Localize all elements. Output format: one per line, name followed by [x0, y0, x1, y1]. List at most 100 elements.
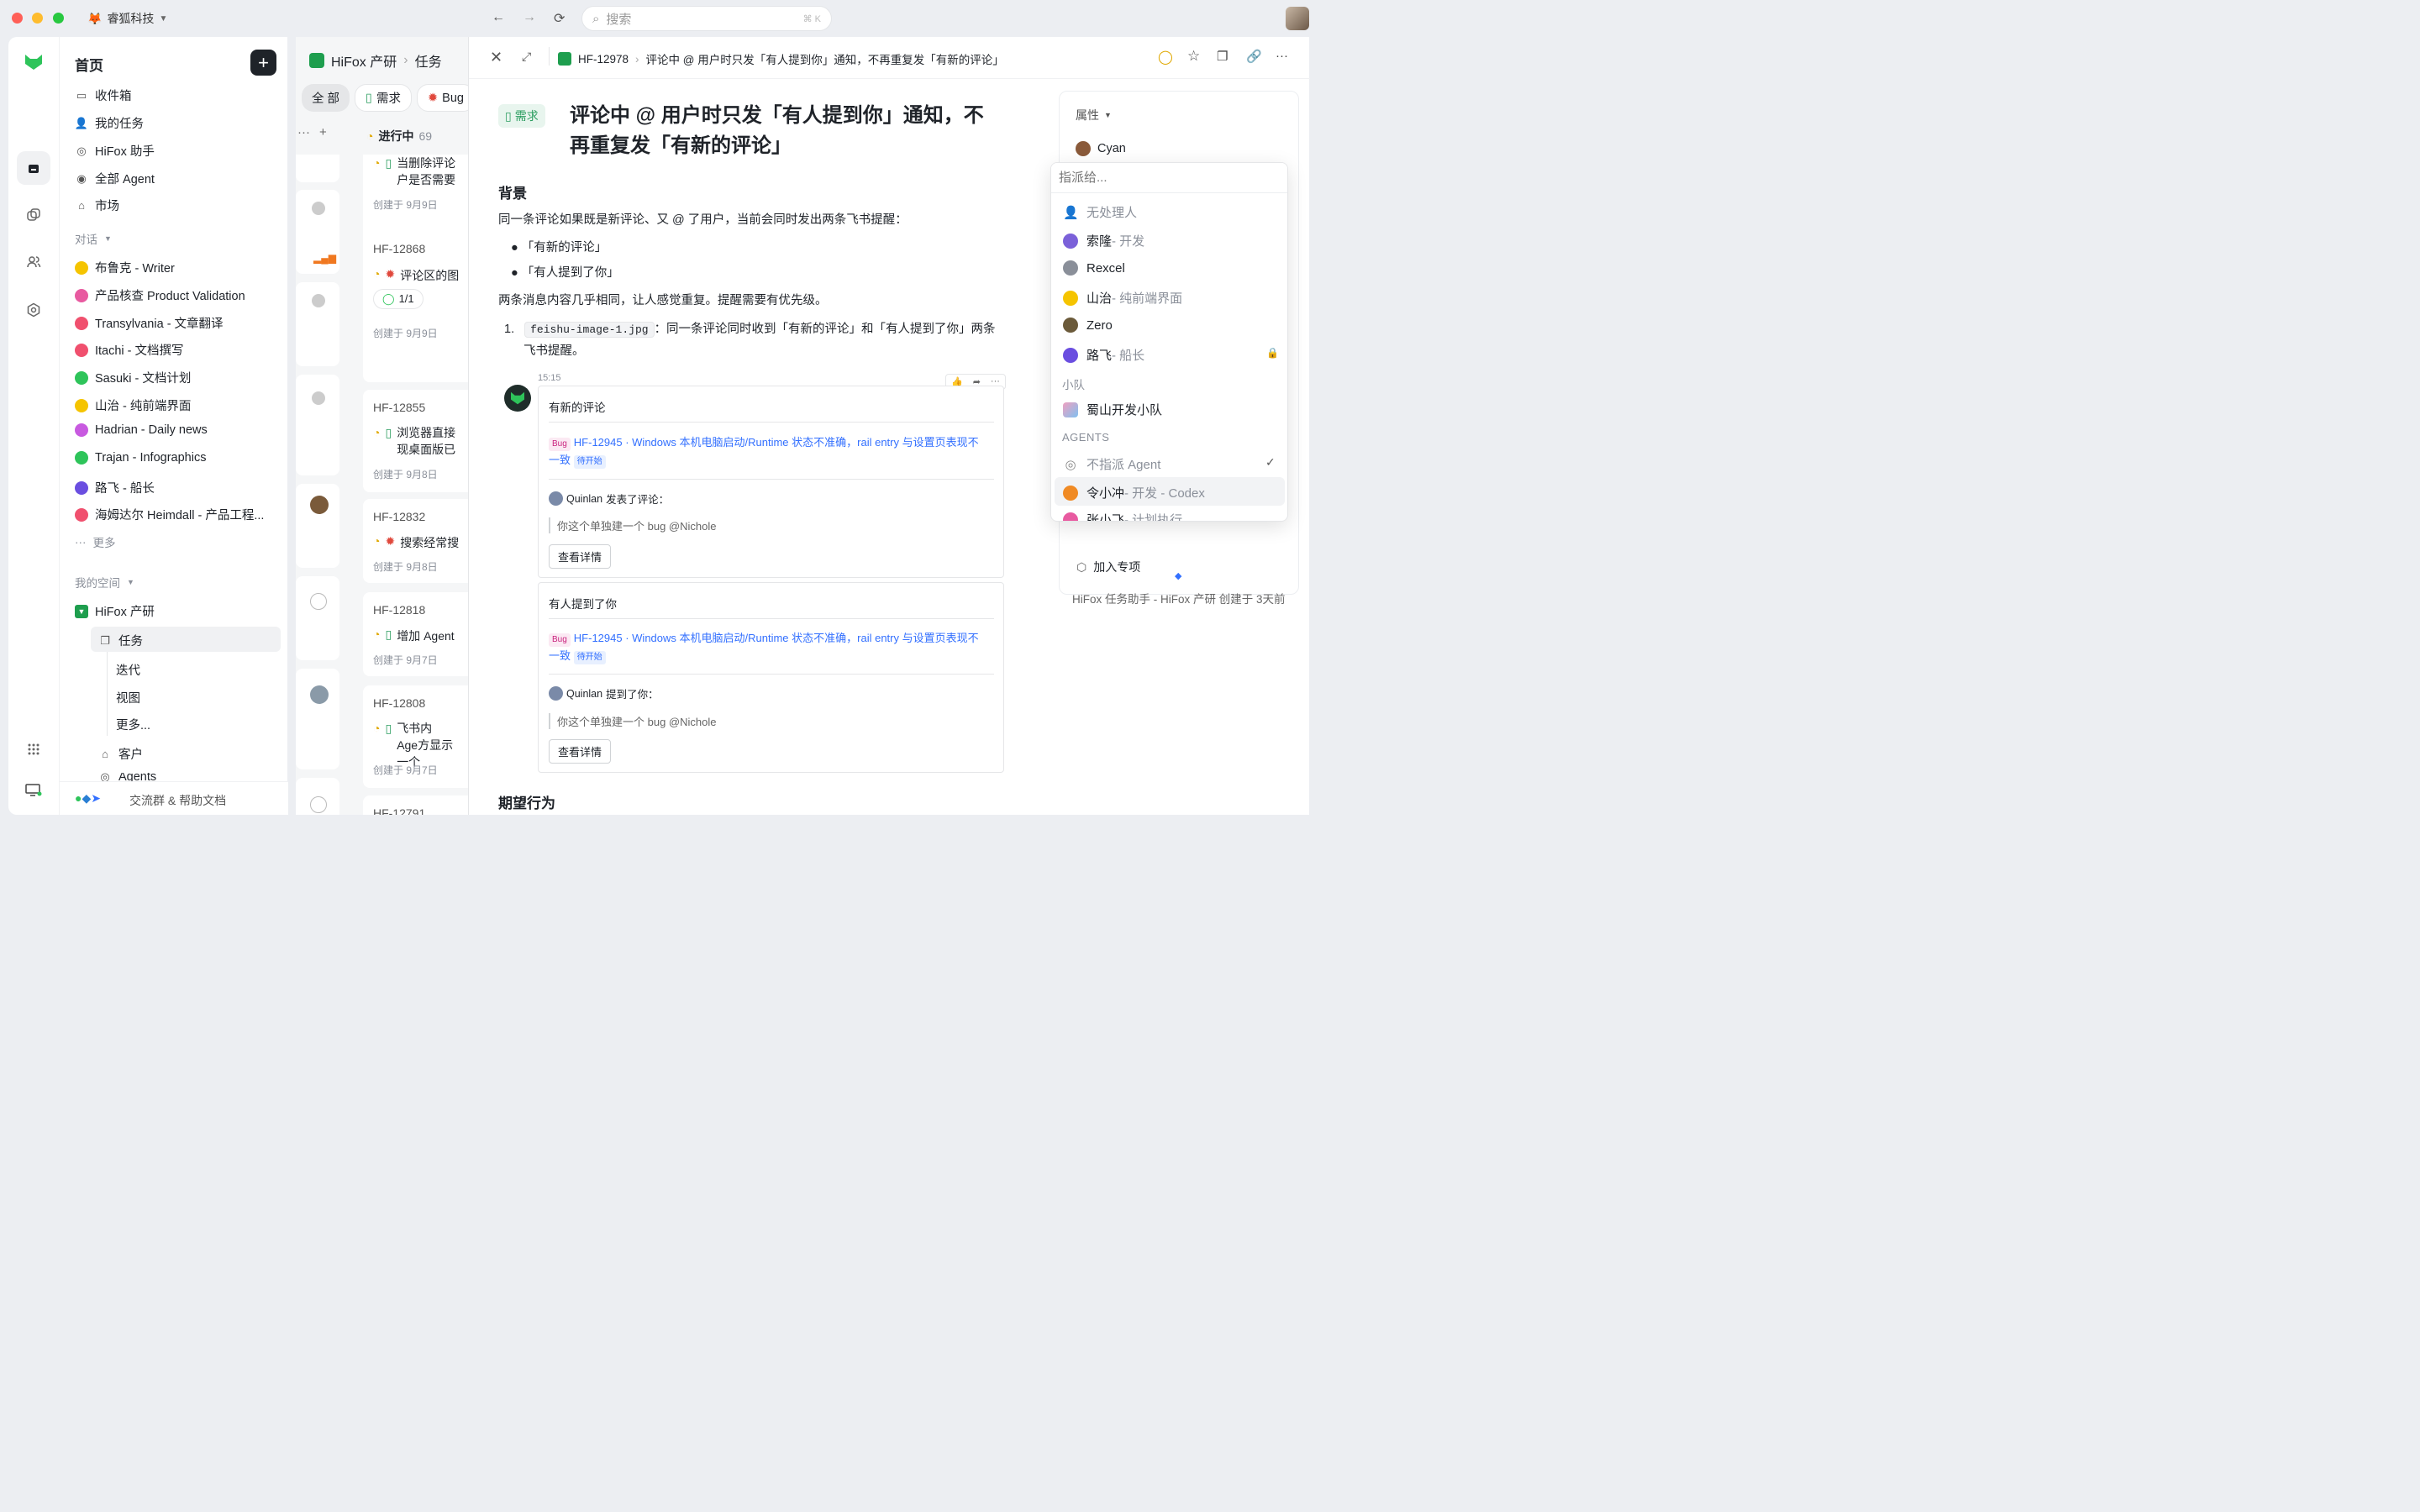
- task-title[interactable]: 评论中 @ 用户时只发「有人提到你」通知，不 再重复发「有新的评论」: [570, 101, 984, 161]
- tab-requirement[interactable]: ▯ 需求: [355, 84, 413, 112]
- agent-avatar: [75, 343, 88, 357]
- properties-header[interactable]: 属性 ▼: [1076, 107, 1112, 123]
- task-card[interactable]: HF-12808 ◔ ▯ 飞书内 Age方显示一个 创建于 9月7日: [363, 685, 481, 788]
- space-item-views[interactable]: 视图: [116, 689, 140, 706]
- assignee-field[interactable]: Cyan: [1076, 141, 1126, 156]
- option-person[interactable]: 山治 - 纯前端界面: [1063, 289, 1182, 307]
- apps-grid-icon[interactable]: [17, 732, 50, 766]
- group-header[interactable]: ◔ 进行中 69: [366, 128, 432, 144]
- option-agent[interactable]: 令小冲 - 开发 - Codex: [1063, 484, 1205, 501]
- bullet-text: 「有新的评论」: [521, 241, 608, 255]
- option-team[interactable]: 蜀山开发小队: [1063, 401, 1162, 418]
- more-icon[interactable]: ···: [297, 125, 310, 139]
- conversation-item[interactable]: 产品核查 Product Validation: [75, 286, 245, 304]
- task-card[interactable]: HF-12791: [363, 795, 481, 815]
- conversation-item[interactable]: Hadrian - Daily news: [75, 423, 208, 437]
- sidebar-item-my-tasks[interactable]: 👤 我的任务: [75, 114, 144, 132]
- space-item-tasks[interactable]: ❐ 任务: [98, 632, 143, 649]
- contacts-icon[interactable]: [17, 245, 50, 279]
- option-agent[interactable]: 张小飞 - 计划执行: [1063, 511, 1182, 521]
- customer-icon: ⌂: [102, 748, 108, 760]
- chevron-down-icon: ▼: [159, 13, 168, 24]
- sidebar-footer[interactable]: ●◆➤ 交流群 & 帮助文档: [60, 781, 288, 815]
- sidebar-item-label: 我的任务: [95, 118, 144, 131]
- conversation-item[interactable]: Trajan - Infographics: [75, 451, 206, 465]
- adjacent-column: ▂▄▆: [296, 155, 339, 815]
- conversation-item[interactable]: 山治 - 纯前端界面: [75, 396, 191, 414]
- forward-icon[interactable]: →: [523, 10, 536, 25]
- sidebar-item-inbox[interactable]: ▭ 收件箱: [75, 87, 132, 104]
- option-person[interactable]: Zero: [1063, 318, 1113, 333]
- sidebar-item-agents[interactable]: ◉ 全部 Agent: [75, 170, 155, 187]
- maximize-window-button[interactable]: [53, 13, 64, 24]
- more-icon[interactable]: ···: [1276, 49, 1288, 63]
- tab-all[interactable]: 全 部: [302, 84, 350, 112]
- workspace-switcher[interactable]: 🦊 睿狐科技 ▼: [87, 10, 167, 27]
- tree-line: [107, 652, 108, 736]
- user-avatar[interactable]: [1286, 7, 1309, 30]
- close-icon[interactable]: ✕: [490, 49, 502, 66]
- home-icon[interactable]: [17, 151, 50, 185]
- space-hifox[interactable]: ▼ HiFox 产研: [75, 602, 155, 620]
- option-person[interactable]: Rexcel: [1063, 260, 1125, 276]
- breadcrumb-project[interactable]: HiFox 产研: [331, 50, 397, 71]
- conversations-section[interactable]: 对话 ▼: [75, 230, 112, 247]
- back-icon[interactable]: ←: [492, 10, 505, 25]
- conversation-item[interactable]: Itachi - 文档撰写: [75, 341, 184, 359]
- link-icon[interactable]: 🔗: [1246, 49, 1262, 64]
- plus-icon: +: [258, 51, 269, 73]
- copy-icon[interactable]: ❐: [1217, 49, 1228, 64]
- task-link[interactable]: Bug HF-12945 · Windows 本机电脑启动/Runtime 状态不…: [549, 630, 998, 665]
- task-card[interactable]: HF-12868 ◔ ✹ 评论区的图 ◯ 1/1 创建于 9月9日: [363, 231, 481, 382]
- breadcrumb-page[interactable]: 任务: [415, 50, 442, 71]
- add-icon[interactable]: +: [319, 125, 327, 139]
- option-person[interactable]: 路飞 - 船长: [1063, 346, 1144, 364]
- subtask-progress[interactable]: ◯ 1/1: [373, 289, 424, 309]
- search-input[interactable]: ⌕ 搜索 ⌘ K: [581, 6, 832, 31]
- view-details-button[interactable]: 查看详情: [549, 544, 612, 569]
- minimize-window-button[interactable]: [32, 13, 43, 24]
- view-details-button[interactable]: 查看详情: [549, 739, 612, 764]
- desktop-icon[interactable]: [17, 774, 50, 807]
- conversation-item[interactable]: 布鲁克 - Writer: [75, 259, 175, 276]
- task-card[interactable]: HF-12832 ◔ ✹ 搜索经常搜 创建于 9月8日: [363, 499, 481, 583]
- help-docs-link[interactable]: 交流群 & 帮助文档: [129, 792, 226, 809]
- more-conversations-link[interactable]: ··· 更多: [75, 533, 116, 550]
- task-id[interactable]: HF-12978: [578, 53, 629, 66]
- agent-role: - 开发 - Codex: [1124, 486, 1205, 501]
- sidebar-item-assistant[interactable]: ◎ HiFox 助手: [75, 142, 155, 160]
- type-tag[interactable]: ▯ 需求: [498, 104, 545, 128]
- tab-bug[interactable]: ✹ Bug: [417, 84, 475, 112]
- assignee-search-input[interactable]: [1051, 163, 1287, 193]
- expand-icon[interactable]: ⤢: [522, 50, 531, 64]
- add-project-button[interactable]: ⬡ 加入专项: [1076, 559, 1140, 575]
- task-link[interactable]: Bug HF-12945 · Windows 本机电脑启动/Runtime 状态不…: [549, 434, 998, 470]
- task-card[interactable]: HF-12818 ◔ ▯ 增加 Agent 创建于 9月7日: [363, 592, 481, 676]
- option-unassigned[interactable]: 👤 无处理人: [1063, 203, 1137, 221]
- space-item-customers[interactable]: ⌂ 客户: [98, 745, 143, 763]
- tasks-icon[interactable]: [17, 198, 50, 232]
- option-person[interactable]: 索隆 - 开发: [1063, 232, 1144, 249]
- sidebar-item-market[interactable]: ⌂ 市场: [75, 197, 119, 214]
- my-space-section[interactable]: 我的空间 ▼: [75, 574, 134, 591]
- create-new-button[interactable]: +: [250, 50, 276, 76]
- conversation-item[interactable]: Sasuki - 文档计划: [75, 369, 191, 386]
- breadcrumb-separator-icon: ›: [403, 53, 408, 67]
- option-no-agent[interactable]: ◎ 不指派 Agent: [1063, 455, 1160, 473]
- star-icon[interactable]: ☆: [1187, 48, 1200, 65]
- space-item-more[interactable]: 更多...: [116, 716, 150, 733]
- conversation-item[interactable]: 路飞 - 船长: [75, 479, 155, 496]
- settings-icon[interactable]: [17, 293, 50, 327]
- app-logo-icon[interactable]: [17, 45, 50, 79]
- space-item-iterations[interactable]: 迭代: [116, 661, 140, 679]
- close-window-button[interactable]: [12, 13, 23, 24]
- comment-icon[interactable]: ◯: [1158, 49, 1173, 66]
- conversation-item[interactable]: 海姆达尔 Heimdall - 产品工程...: [75, 506, 264, 523]
- space-item-agents[interactable]: ◎ Agents: [98, 773, 156, 781]
- refresh-icon[interactable]: ⟳: [554, 10, 565, 27]
- type-label: 需求: [514, 109, 539, 123]
- task-card[interactable]: HF-12855 ◔ ▯ 浏览器直接现桌面版已 创建于 9月8日: [363, 390, 481, 492]
- bug-icon: ✹: [428, 91, 439, 105]
- conversation-item[interactable]: Transylvania - 文章翻译: [75, 314, 224, 332]
- assignee-name: Cyan: [1097, 142, 1126, 155]
